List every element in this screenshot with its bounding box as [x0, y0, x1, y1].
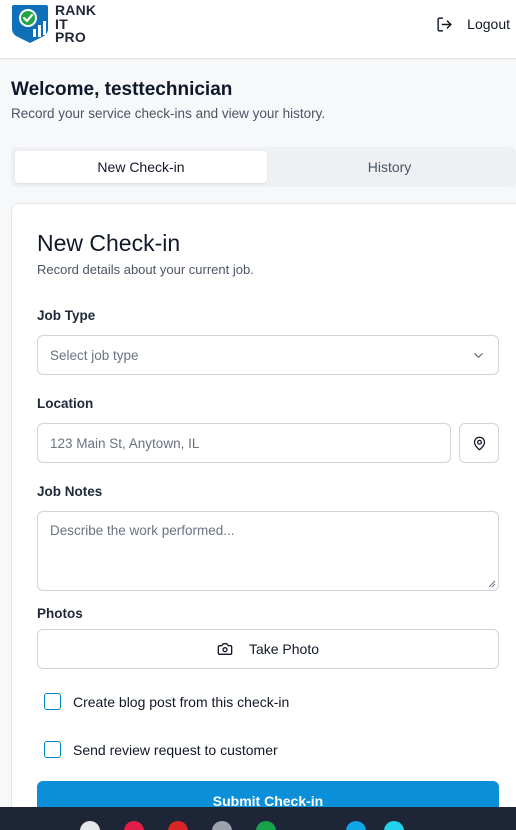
- review-request-checkbox[interactable]: [44, 741, 61, 758]
- logout-label: Logout: [467, 16, 510, 32]
- form-title: New Check-in: [37, 230, 181, 256]
- take-photo-label: Take Photo: [248, 641, 320, 657]
- welcome-title: Welcome, testtechnician: [11, 79, 233, 100]
- job-notes-placeholder: Describe the work performed...: [50, 523, 235, 538]
- os-taskbar: [0, 807, 516, 830]
- taskbar-app-icon[interactable]: [212, 821, 232, 830]
- take-photo-button[interactable]: Take Photo: [37, 629, 499, 669]
- logout-button[interactable]: Logout: [436, 13, 510, 35]
- logo-text: RANK IT PRO: [55, 3, 96, 45]
- tab-history[interactable]: History: [267, 151, 512, 183]
- taskbar-app-icon[interactable]: [124, 821, 144, 830]
- blog-post-option[interactable]: Create blog post from this check-in: [44, 693, 289, 710]
- review-request-label: Send review request to customer: [73, 741, 278, 758]
- logout-icon: [437, 16, 452, 32]
- use-current-location-button[interactable]: [459, 423, 499, 463]
- review-request-option[interactable]: Send review request to customer: [44, 741, 278, 758]
- job-type-select[interactable]: Select job type: [37, 335, 499, 375]
- chevron-down-icon: [474, 353, 483, 358]
- map-pin-icon: [473, 436, 485, 450]
- blog-post-checkbox[interactable]: [44, 693, 61, 710]
- photos-label: Photos: [37, 606, 83, 621]
- welcome-subtitle: Record your service check-ins and view y…: [11, 106, 326, 121]
- resize-grip-icon[interactable]: [488, 580, 496, 588]
- logo-line-3: PRO: [55, 29, 86, 45]
- taskbar-app-icon[interactable]: [346, 821, 366, 830]
- app-header: RANK IT PRO Logout: [0, 0, 516, 59]
- blog-post-label: Create blog post from this check-in: [73, 693, 290, 710]
- taskbar-app-icon[interactable]: [168, 821, 188, 830]
- job-type-label: Job Type: [37, 308, 96, 323]
- brand-logo[interactable]: RANK IT PRO: [11, 3, 96, 45]
- logo-icon: [12, 5, 48, 43]
- taskbar-app-icon[interactable]: [80, 821, 100, 830]
- location-label: Location: [37, 396, 94, 411]
- camera-icon: [217, 643, 233, 655]
- check-in-form-card: New Check-in Record details about your c…: [11, 203, 516, 830]
- job-type-placeholder: Select job type: [50, 347, 139, 363]
- tab-new-check-in[interactable]: New Check-in: [15, 151, 267, 183]
- location-placeholder: 123 Main St, Anytown, IL: [50, 435, 200, 451]
- location-input[interactable]: 123 Main St, Anytown, IL: [37, 423, 451, 463]
- form-subtitle: Record details about your current job.: [37, 262, 254, 277]
- taskbar-app-icon[interactable]: [384, 821, 404, 830]
- job-notes-label: Job Notes: [37, 484, 103, 499]
- tab-list: New Check-in History: [11, 147, 516, 187]
- job-notes-textarea[interactable]: Describe the work performed...: [37, 511, 499, 591]
- taskbar-app-icon[interactable]: [256, 821, 276, 830]
